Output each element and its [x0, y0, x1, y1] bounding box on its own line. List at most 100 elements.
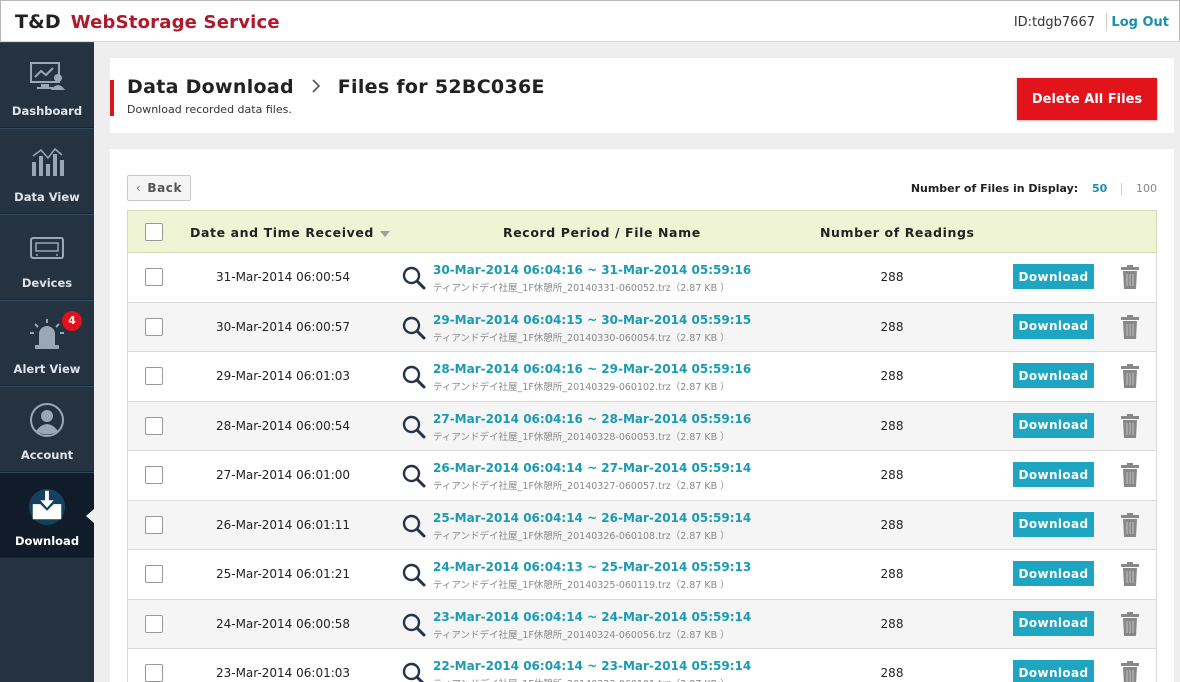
trash-icon[interactable] — [1121, 314, 1139, 339]
download-button[interactable]: Download — [1013, 511, 1094, 537]
preview-search-icon[interactable] — [402, 266, 426, 290]
table-row: 23-Mar-2014 06:01:03 22-Mar-2014 06:04:1… — [127, 649, 1157, 682]
number-of-readings: 288 — [880, 468, 904, 482]
download-button[interactable]: Download — [1013, 313, 1094, 339]
sidebar-item-download[interactable]: Download — [0, 472, 94, 558]
preview-search-icon[interactable] — [402, 514, 426, 538]
column-header-date-label: Date and Time Received — [190, 225, 374, 240]
trash-icon[interactable] — [1121, 512, 1139, 537]
sidebar: Dashboard Data View Devices 4 Alert View… — [0, 42, 94, 682]
dashboard-icon — [28, 57, 66, 95]
preview-search-icon[interactable] — [402, 613, 426, 637]
download-button[interactable]: Download — [1013, 264, 1094, 289]
sidebar-item-data-view[interactable]: Data View — [0, 128, 94, 214]
record-period-link[interactable]: 30-Mar-2014 06:04:16 ~ 31-Mar-2014 05:59… — [433, 263, 751, 277]
trash-icon[interactable] — [1121, 661, 1139, 682]
file-name: ティアンドデイ社屋_1F休憩所_20140330-060054.trz（2.87… — [433, 332, 730, 344]
column-header-date[interactable]: Date and Time Received — [190, 225, 390, 240]
record-period-link[interactable]: 26-Mar-2014 06:04:14 ~ 27-Mar-2014 05:59… — [433, 461, 751, 475]
preview-search-icon[interactable] — [402, 662, 426, 682]
sidebar-item-label: Account — [20, 448, 74, 462]
record-period-link[interactable]: 22-Mar-2014 06:04:14 ~ 23-Mar-2014 05:59… — [433, 659, 751, 673]
breadcrumb-parent[interactable]: Data Download — [127, 76, 294, 98]
preview-search-icon[interactable] — [402, 365, 426, 389]
preview-search-icon[interactable] — [402, 415, 426, 439]
brand-name: T&D — [15, 11, 61, 33]
row-checkbox[interactable] — [145, 515, 163, 534]
row-checkbox[interactable] — [145, 317, 163, 336]
table-row: 31-Mar-2014 06:00:54 30-Mar-2014 06:04:1… — [127, 253, 1157, 303]
record-period-link[interactable]: 25-Mar-2014 06:04:14 ~ 26-Mar-2014 05:59… — [433, 511, 751, 525]
trash-icon[interactable] — [1121, 463, 1139, 487]
record-period-link[interactable]: 27-Mar-2014 06:04:16 ~ 28-Mar-2014 05:59… — [433, 412, 751, 426]
record-period-link[interactable]: 24-Mar-2014 06:04:13 ~ 25-Mar-2014 05:59… — [433, 560, 751, 574]
delete-all-files-button[interactable]: Delete All Files — [1017, 78, 1157, 120]
table-header-row: Date and Time Received Record Period / F… — [127, 210, 1157, 253]
trash-icon[interactable] — [1121, 265, 1139, 289]
file-name: ティアンドデイ社屋_1F休憩所_20140327-060057.trz（2.87… — [433, 481, 730, 492]
table-body: 31-Mar-2014 06:00:54 30-Mar-2014 06:04:1… — [127, 253, 1157, 682]
record-period-link[interactable]: 28-Mar-2014 06:04:16 ~ 29-Mar-2014 05:59… — [433, 362, 751, 376]
file-name: ティアンドデイ社屋_1F休憩所_20140331-060052.trz（2.87… — [433, 283, 730, 294]
user-icon — [28, 401, 66, 439]
files-per-page: Number of Files in Display: 50 100 — [911, 182, 1157, 195]
row-checkbox[interactable] — [145, 614, 163, 633]
table-row: 30-Mar-2014 06:00:57 29-Mar-2014 06:04:1… — [127, 302, 1157, 352]
row-checkbox[interactable] — [145, 367, 163, 385]
row-checkbox[interactable] — [145, 416, 163, 435]
app-logo[interactable]: T&D WebStorage Service — [15, 11, 280, 33]
sidebar-item-label: Alert View — [13, 362, 81, 376]
received-time: 29-Mar-2014 06:01:03 — [215, 369, 351, 383]
breadcrumb: Data Download Files for 52BC036E — [127, 76, 545, 98]
received-time: 26-Mar-2014 06:01:11 — [215, 517, 351, 532]
file-list-panel: ‹ Back Number of Files in Display: 50 10… — [110, 149, 1174, 682]
preview-search-icon[interactable] — [402, 464, 426, 488]
page-title: Files for 52BC036E — [337, 76, 545, 98]
select-all-checkbox[interactable] — [145, 223, 163, 241]
preview-search-icon[interactable] — [402, 316, 426, 340]
download-button[interactable]: Download — [1013, 610, 1094, 636]
row-checkbox[interactable] — [145, 268, 163, 286]
row-checkbox[interactable] — [145, 466, 163, 484]
file-name: ティアンドデイ社屋_1F休憩所_20140325-060119.trz（2.87… — [433, 580, 730, 591]
files-table: Date and Time Received Record Period / F… — [127, 210, 1157, 682]
sidebar-item-dashboard[interactable]: Dashboard — [0, 42, 94, 128]
row-checkbox[interactable] — [145, 565, 163, 583]
sidebar-item-label: Download — [14, 534, 80, 548]
received-time: 28-Mar-2014 06:00:54 — [215, 418, 351, 433]
header-accent-bar — [110, 80, 114, 116]
device-icon — [28, 229, 66, 267]
table-row: 29-Mar-2014 06:01:03 28-Mar-2014 06:04:1… — [127, 352, 1157, 402]
sidebar-item-account[interactable]: Account — [0, 386, 94, 472]
trash-icon[interactable] — [1121, 562, 1139, 586]
number-of-readings: 288 — [880, 319, 904, 334]
record-period-link[interactable]: 23-Mar-2014 06:04:14 ~ 24-Mar-2014 05:59… — [433, 610, 751, 624]
download-button[interactable]: Download — [1013, 561, 1094, 586]
trash-icon[interactable] — [1121, 413, 1139, 438]
trash-icon[interactable] — [1121, 364, 1139, 388]
download-button[interactable]: Download — [1013, 412, 1094, 438]
received-time: 30-Mar-2014 06:00:57 — [215, 319, 351, 334]
received-time: 31-Mar-2014 06:00:54 — [215, 270, 351, 284]
chevron-right-icon — [311, 76, 321, 98]
sidebar-item-label: Data View — [14, 190, 80, 204]
number-of-readings: 288 — [880, 616, 904, 631]
download-button[interactable]: Download — [1013, 462, 1094, 487]
sidebar-item-alert-view[interactable]: 4 Alert View — [0, 300, 94, 386]
per-page-option-50[interactable]: 50 — [1092, 182, 1107, 195]
number-of-readings: 288 — [880, 369, 904, 383]
sidebar-item-devices[interactable]: Devices — [0, 214, 94, 300]
download-button[interactable]: Download — [1013, 660, 1094, 682]
top-bar: T&D WebStorage Service ID:tdgb7667 Log O… — [0, 0, 1180, 42]
record-period-link[interactable]: 29-Mar-2014 06:04:15 ~ 30-Mar-2014 05:59… — [433, 313, 751, 327]
per-page-option-100[interactable]: 100 — [1136, 182, 1157, 195]
download-icon — [28, 487, 66, 525]
download-button[interactable]: Download — [1013, 363, 1094, 388]
preview-search-icon[interactable] — [402, 563, 426, 587]
logout-link[interactable]: Log Out — [1111, 15, 1169, 30]
file-name: ティアンドデイ社屋_1F休憩所_20140323-060101.trz（2.87… — [433, 676, 730, 682]
back-button-label: Back — [147, 181, 183, 195]
back-button[interactable]: ‹ Back — [127, 175, 191, 201]
row-checkbox[interactable] — [145, 664, 163, 682]
trash-icon[interactable] — [1121, 611, 1139, 636]
